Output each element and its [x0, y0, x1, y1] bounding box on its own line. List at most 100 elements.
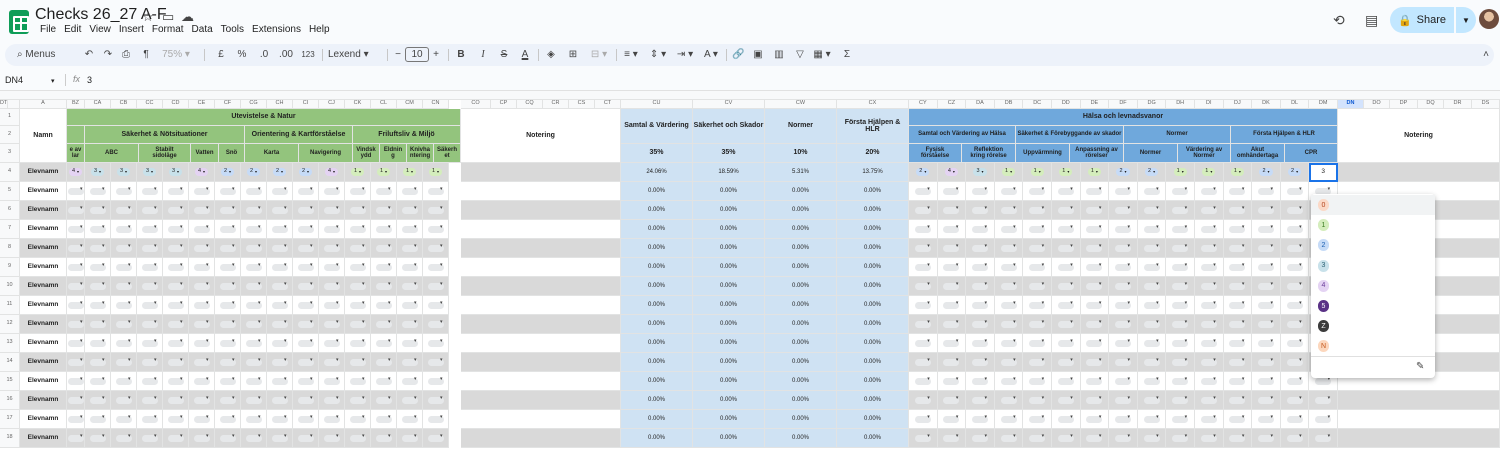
- grade-cell-2[interactable]: [966, 201, 995, 220]
- grade-cell-2[interactable]: [1280, 258, 1310, 277]
- empty-dropdown-chip[interactable]: [1114, 206, 1131, 214]
- empty-dropdown-chip[interactable]: [141, 282, 158, 290]
- grade-cell-2[interactable]: [1023, 315, 1052, 334]
- grade-cell[interactable]: [85, 334, 111, 353]
- grade-cell-2[interactable]: [994, 315, 1024, 334]
- empty-dropdown-chip[interactable]: [245, 320, 262, 328]
- menu-extensions[interactable]: Extensions: [248, 24, 305, 35]
- grade-cell-2[interactable]: [1280, 353, 1310, 372]
- empty-dropdown-chip[interactable]: [115, 244, 132, 252]
- empty-dropdown-chip[interactable]: [1200, 377, 1217, 385]
- notering-cell[interactable]: [461, 201, 621, 220]
- empty-dropdown-chip[interactable]: [375, 320, 392, 328]
- grade-cell-2[interactable]: [909, 220, 938, 239]
- empty-dropdown-chip[interactable]: [1200, 358, 1217, 366]
- grade-cell-2[interactable]: [1023, 296, 1052, 315]
- grade-cell[interactable]: [137, 315, 163, 334]
- empty-dropdown-chip[interactable]: [219, 358, 236, 366]
- grade-cell[interactable]: [371, 353, 397, 372]
- grade-cell-2[interactable]: [1280, 334, 1310, 353]
- empty-dropdown-chip[interactable]: [943, 263, 960, 271]
- empty-dropdown-chip[interactable]: [971, 301, 988, 309]
- grade-chip[interactable]: 2 ▾: [1259, 168, 1273, 176]
- empty-dropdown-chip[interactable]: [323, 320, 340, 328]
- empty-dropdown-chip[interactable]: [1143, 415, 1160, 423]
- empty-dropdown-chip[interactable]: [1029, 206, 1046, 214]
- grade-cell[interactable]: [423, 258, 449, 277]
- row-number[interactable]: 5: [0, 182, 20, 201]
- grade-cell[interactable]: [345, 372, 371, 391]
- grade-cell-2[interactable]: [1109, 315, 1138, 334]
- grade-cell-2[interactable]: [1280, 201, 1310, 220]
- dropdown-option-0[interactable]: 0: [1318, 199, 1329, 211]
- grade-cell[interactable]: [111, 182, 137, 201]
- filter-views-icon[interactable]: ▦ ▾: [811, 47, 833, 63]
- grade-cell-2[interactable]: [1252, 334, 1281, 353]
- grade-cell-2[interactable]: 2 ▾: [1252, 163, 1281, 182]
- grade-cell[interactable]: [319, 258, 345, 277]
- grade-cell-2[interactable]: [966, 391, 995, 410]
- grade-cell[interactable]: 2 ▾: [267, 163, 293, 182]
- grade-cell[interactable]: [189, 410, 215, 429]
- grade-cell-2[interactable]: [1195, 429, 1224, 448]
- grade-cell[interactable]: [371, 258, 397, 277]
- empty-dropdown-chip[interactable]: [67, 301, 84, 309]
- grade-cell[interactable]: [163, 410, 189, 429]
- grade-cell[interactable]: [215, 429, 241, 448]
- notering-cell[interactable]: [461, 163, 621, 182]
- empty-dropdown-chip[interactable]: [297, 301, 314, 309]
- grade-cell-2[interactable]: [966, 296, 995, 315]
- empty-dropdown-chip[interactable]: [375, 187, 392, 195]
- grade-cell-2[interactable]: [1223, 429, 1253, 448]
- column-header-DO[interactable]: DO: [1364, 100, 1390, 109]
- empty-dropdown-chip[interactable]: [427, 282, 444, 290]
- grade-cell-2[interactable]: [994, 277, 1024, 296]
- grade-chip[interactable]: 2 ▾: [1145, 168, 1159, 176]
- empty-dropdown-chip[interactable]: [1200, 225, 1217, 233]
- grade-cell[interactable]: [293, 429, 319, 448]
- student-name[interactable]: Elevnamn: [20, 163, 67, 182]
- grade-chip[interactable]: 1 ▾: [1087, 168, 1101, 176]
- grade-cell-2[interactable]: [1080, 391, 1110, 410]
- empty-dropdown-chip[interactable]: [1114, 320, 1131, 328]
- student-name[interactable]: Elevnamn: [20, 182, 67, 201]
- empty-dropdown-chip[interactable]: [219, 415, 236, 423]
- grade-cell[interactable]: [85, 220, 111, 239]
- grade-cell-2[interactable]: [1137, 410, 1167, 429]
- empty-dropdown-chip[interactable]: [401, 263, 418, 271]
- empty-dropdown-chip[interactable]: [297, 320, 314, 328]
- empty-dropdown-chip[interactable]: [1057, 282, 1074, 290]
- grade-cell-2[interactable]: [1109, 277, 1138, 296]
- empty-dropdown-chip[interactable]: [427, 377, 444, 385]
- grade-cell[interactable]: [397, 182, 423, 201]
- grade-cell-2[interactable]: [1166, 372, 1195, 391]
- column-header-CR[interactable]: CR: [543, 100, 569, 109]
- empty-dropdown-chip[interactable]: [1229, 244, 1246, 252]
- column-header-DF[interactable]: DF: [1109, 100, 1138, 109]
- dropdown-option-3[interactable]: 3: [1318, 259, 1329, 272]
- empty-dropdown-chip[interactable]: [167, 377, 184, 385]
- empty-dropdown-chip[interactable]: [323, 377, 340, 385]
- grade-cell[interactable]: [319, 410, 345, 429]
- grade-cell[interactable]: [189, 258, 215, 277]
- grade-chip[interactable]: 2 ▾: [272, 168, 287, 176]
- grade-cell-2[interactable]: [1195, 410, 1224, 429]
- empty-dropdown-chip[interactable]: [349, 244, 366, 252]
- grade-cell[interactable]: [267, 239, 293, 258]
- empty-dropdown-chip[interactable]: [401, 244, 418, 252]
- undo-icon[interactable]: ↶: [83, 47, 95, 63]
- empty-dropdown-chip[interactable]: [1286, 415, 1303, 423]
- grade-chip[interactable]: 1 ▾: [1202, 168, 1216, 176]
- column-header-CS[interactable]: CS: [569, 100, 595, 109]
- increase-decimal-button[interactable]: .00: [278, 47, 294, 63]
- grade-cell[interactable]: 1 ▾: [371, 163, 397, 182]
- column-header-CT[interactable]: CT: [595, 100, 621, 109]
- empty-dropdown-chip[interactable]: [1000, 244, 1017, 252]
- column-header-CX[interactable]: CX: [837, 100, 909, 109]
- grade-cell[interactable]: [241, 315, 267, 334]
- empty-dropdown-chip[interactable]: [1229, 434, 1246, 442]
- grade-cell[interactable]: [345, 220, 371, 239]
- grade-cell-2[interactable]: 2 ▾: [1280, 163, 1310, 182]
- empty-dropdown-chip[interactable]: [1114, 244, 1131, 252]
- empty-dropdown-chip[interactable]: [943, 187, 960, 195]
